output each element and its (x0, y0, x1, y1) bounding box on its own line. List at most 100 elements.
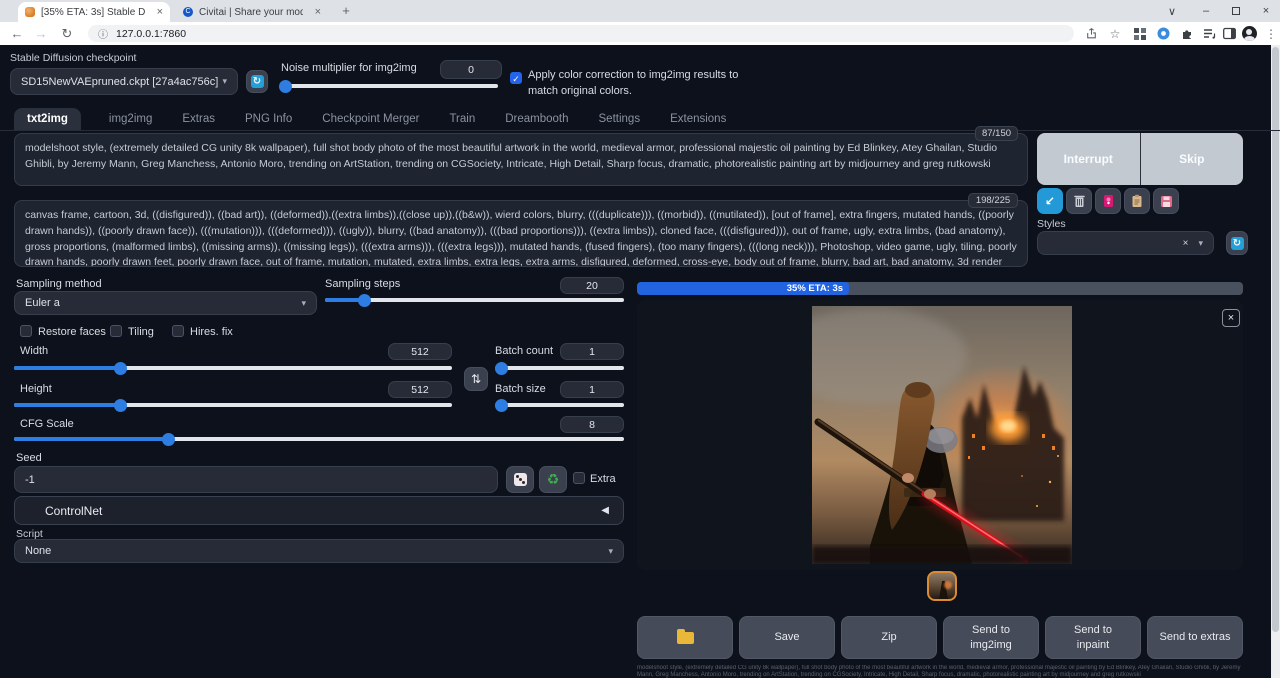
prompt-token-counter: 87/150 (975, 126, 1018, 141)
slider-knob[interactable] (495, 362, 508, 375)
window-menu-chevron-icon[interactable]: ∨ (1158, 0, 1186, 22)
site-info-icon[interactable]: ⓘ (98, 26, 108, 41)
color-correction-checkbox[interactable]: ✓ (510, 72, 522, 84)
noise-multiplier-slider[interactable] (281, 84, 498, 88)
save-button[interactable]: Save (739, 616, 835, 659)
slider-knob[interactable] (114, 362, 127, 375)
controlnet-accordion[interactable]: ControlNet ◀ (14, 496, 624, 525)
send-to-img2img-button[interactable]: Send to img2img (943, 616, 1039, 659)
skip-button[interactable]: Skip (1141, 133, 1244, 185)
extensions-puzzle-icon[interactable] (1176, 22, 1198, 45)
checkpoint-label: Stable Diffusion checkpoint (10, 52, 136, 64)
sampling-method-dropdown[interactable]: Euler a ▾ (14, 291, 317, 315)
styles-refresh-button[interactable]: ↻ (1226, 231, 1248, 255)
script-dropdown[interactable]: None ▾ (14, 539, 624, 563)
sampling-method-value: Euler a (25, 297, 60, 309)
seed-input[interactable]: -1 (14, 466, 498, 493)
send-to-inpaint-button[interactable]: Send to inpaint (1045, 616, 1141, 659)
tab-extensions[interactable]: Extensions (668, 108, 728, 130)
apply-styles-button[interactable] (1124, 188, 1150, 214)
app-root: [35% ETA: 3s] Stable Diffusion × C Civit… (0, 0, 1280, 678)
interrupt-button[interactable]: Interrupt (1037, 133, 1141, 185)
forward-icon[interactable]: → (30, 22, 52, 45)
profile-avatar[interactable] (1238, 22, 1260, 45)
progress-fill: 35% ETA: 3s (637, 282, 849, 295)
height-slider[interactable] (14, 403, 452, 407)
checkpoint-refresh-button[interactable]: ↻ (246, 70, 268, 93)
tab-checkpoint-merger[interactable]: Checkpoint Merger (320, 108, 421, 130)
new-tab-button[interactable]: + (338, 3, 354, 19)
hires-fix-checkbox[interactable] (172, 325, 184, 337)
paste-generation-params-button[interactable]: ↙ (1037, 188, 1063, 214)
window-minimize-icon[interactable]: – (1192, 0, 1220, 22)
sampling-steps-slider[interactable] (325, 298, 624, 302)
negative-prompt-textarea[interactable]: canvas frame, cartoon, 3d, ((disfigured)… (14, 200, 1028, 267)
checkpoint-dropdown[interactable]: SD15NewVAEpruned.ckpt [27a4ac756c] ▾ (10, 68, 238, 95)
tiling-checkbox[interactable] (110, 325, 122, 337)
reuse-seed-button[interactable]: ♻ (539, 466, 567, 493)
batch-count-value[interactable]: 1 (560, 343, 624, 360)
generated-image-preview[interactable] (812, 306, 1072, 564)
width-slider[interactable] (14, 366, 452, 370)
width-value[interactable]: 512 (388, 343, 452, 360)
browser-tab-civitai[interactable]: C Civitai | Share your models × (176, 2, 328, 22)
tab-settings[interactable]: Settings (597, 108, 643, 130)
tab-close-icon[interactable]: × (157, 6, 163, 18)
slider-knob[interactable] (114, 399, 127, 412)
tab-txt2img[interactable]: txt2img (14, 108, 81, 130)
sampling-steps-value[interactable]: 20 (560, 277, 624, 294)
chevron-down-icon: ▾ (222, 76, 227, 87)
chevron-down-icon: ▾ (608, 546, 613, 557)
noise-multiplier-value[interactable]: 0 (440, 60, 502, 79)
address-bar[interactable]: ⓘ 127.0.0.1:7860 (88, 25, 1074, 42)
side-panel-icon[interactable] (1218, 22, 1240, 45)
extension-blue-circle-icon[interactable] (1152, 22, 1174, 45)
reading-list-icon[interactable] (1198, 22, 1220, 45)
reload-icon[interactable]: ↻ (56, 22, 78, 45)
tab-train[interactable]: Train (447, 108, 477, 130)
window-maximize-icon[interactable] (1222, 0, 1250, 22)
zip-button[interactable]: Zip (841, 616, 937, 659)
slider-knob[interactable] (358, 294, 371, 307)
batch-size-slider[interactable] (495, 403, 624, 407)
restore-faces-checkbox[interactable] (20, 325, 32, 337)
cfg-scale-value[interactable]: 8 (560, 416, 624, 433)
bookmark-star-icon[interactable]: ☆ (1104, 22, 1126, 45)
clear-styles-icon[interactable]: × (1183, 238, 1189, 249)
slider-knob[interactable] (279, 80, 292, 93)
tab-close-icon[interactable]: × (315, 6, 321, 18)
back-icon[interactable]: ← (6, 22, 28, 45)
extra-seed-checkbox[interactable] (573, 472, 585, 484)
trash-icon (1073, 194, 1086, 208)
open-folder-button[interactable] (637, 616, 733, 659)
cfg-scale-slider[interactable] (14, 437, 624, 441)
civitai-favicon: C (183, 7, 193, 17)
slider-knob[interactable] (495, 399, 508, 412)
tab-extras[interactable]: Extras (180, 108, 217, 130)
gallery-close-button[interactable]: × (1222, 309, 1240, 327)
window-close-icon[interactable]: × (1252, 0, 1280, 22)
random-seed-button[interactable] (506, 466, 534, 493)
batch-size-value[interactable]: 1 (560, 381, 624, 398)
height-value[interactable]: 512 (388, 381, 452, 398)
tab-img2img[interactable]: img2img (107, 108, 154, 130)
send-to-extras-button[interactable]: Send to extras (1147, 616, 1243, 659)
tab-dreambooth[interactable]: Dreambooth (503, 108, 570, 130)
extra-networks-button[interactable] (1095, 188, 1121, 214)
recycle-icon: ♻ (547, 471, 560, 488)
share-icon[interactable] (1080, 22, 1102, 45)
styles-dropdown[interactable]: × ▾ (1037, 231, 1214, 255)
browser-menu-icon[interactable]: ⋮ (1260, 22, 1280, 45)
main-tab-bar: txt2img img2img Extras PNG Info Checkpoi… (14, 106, 728, 130)
extension-grid-icon[interactable] (1129, 22, 1151, 45)
prompt-textarea[interactable]: modelshoot style, (extremely detailed CG… (14, 133, 1028, 186)
save-style-button[interactable] (1153, 188, 1179, 214)
browser-tab-stable-diffusion[interactable]: [35% ETA: 3s] Stable Diffusion × (18, 2, 170, 22)
slider-knob[interactable] (162, 433, 175, 446)
batch-count-slider[interactable] (495, 366, 624, 370)
swap-width-height-button[interactable]: ⇅ (464, 367, 488, 391)
page-scrollbar-thumb[interactable] (1272, 47, 1279, 632)
tab-png-info[interactable]: PNG Info (243, 108, 294, 130)
clear-prompt-button[interactable] (1066, 188, 1092, 214)
gallery-thumbnail[interactable] (927, 571, 957, 601)
